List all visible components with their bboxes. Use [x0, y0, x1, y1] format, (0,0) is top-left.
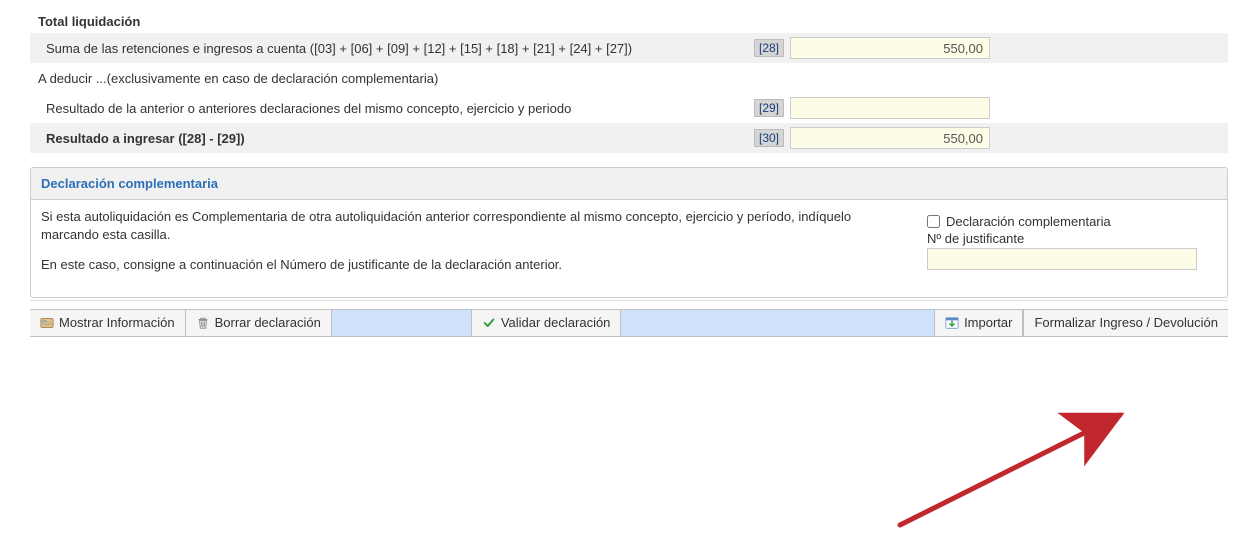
casilla-29-input[interactable]	[790, 97, 990, 119]
mostrar-info-label: Mostrar Información	[59, 315, 175, 330]
row-30: Resultado a ingresar ([28] - [29]) [30]	[30, 123, 1228, 153]
a-deducir-label: A deducir ...(exclusivamente en caso de …	[38, 71, 1220, 86]
total-liquidacion-title: Total liquidación	[30, 10, 1228, 33]
importar-label: Importar	[964, 315, 1012, 330]
toolbar-gap-1	[332, 310, 472, 336]
mostrar-info-button[interactable]: Mostrar Información	[30, 310, 186, 336]
complementaria-text-2: En este caso, consigne a continuación el…	[41, 256, 897, 274]
trash-icon	[196, 316, 210, 330]
validar-label: Validar declaración	[501, 315, 611, 330]
row-29-label: Resultado de la anterior o anteriores de…	[38, 101, 754, 116]
casilla-28-input[interactable]	[790, 37, 990, 59]
row-30-label: Resultado a ingresar ([28] - [29])	[38, 131, 754, 146]
annotation-arrow-icon	[880, 395, 1160, 535]
check-icon	[482, 316, 496, 330]
row-29: Resultado de la anterior o anteriores de…	[30, 93, 1228, 123]
borrar-button[interactable]: Borrar declaración	[186, 310, 332, 336]
row-28-label: Suma de las retenciones e ingresos a cue…	[38, 41, 754, 56]
casilla-29-tag: [29]	[754, 99, 784, 117]
validar-button[interactable]: Validar declaración	[472, 310, 622, 336]
complementaria-text-1: Si esta autoliquidación es Complementari…	[41, 208, 897, 244]
borrar-label: Borrar declaración	[215, 315, 321, 330]
formalizar-label: Formalizar Ingreso / Devolución	[1034, 315, 1218, 330]
toolbar: Mostrar Información Borrar declaración V…	[30, 309, 1228, 337]
complementaria-section: Declaración complementaria Si esta autol…	[30, 167, 1228, 298]
complementaria-checkbox[interactable]	[927, 215, 940, 228]
casilla-30-input[interactable]	[790, 127, 990, 149]
a-deducir-row: A deducir ...(exclusivamente en caso de …	[30, 63, 1228, 93]
complementaria-header: Declaración complementaria	[31, 168, 1227, 200]
toolbar-fill	[621, 310, 934, 336]
justificante-input[interactable]	[927, 248, 1197, 270]
formalizar-button[interactable]: Formalizar Ingreso / Devolución	[1023, 310, 1228, 336]
complementaria-body: Si esta autoliquidación es Complementari…	[31, 200, 1227, 297]
form-area: Total liquidación Suma de las retencione…	[30, 10, 1228, 301]
casilla-28-tag: [28]	[754, 39, 784, 57]
complementaria-checkbox-label: Declaración complementaria	[946, 214, 1111, 229]
info-card-icon	[40, 316, 54, 330]
complementaria-text: Si esta autoliquidación es Complementari…	[41, 208, 897, 287]
casilla-30-tag: [30]	[754, 129, 784, 147]
toolbar-wrap: Mostrar Información Borrar declaración V…	[30, 309, 1228, 337]
row-28: Suma de las retenciones e ingresos a cue…	[30, 33, 1228, 63]
import-icon	[945, 316, 959, 330]
importar-button[interactable]: Importar	[934, 310, 1023, 336]
justificante-label: Nº de justificante	[927, 231, 1217, 246]
